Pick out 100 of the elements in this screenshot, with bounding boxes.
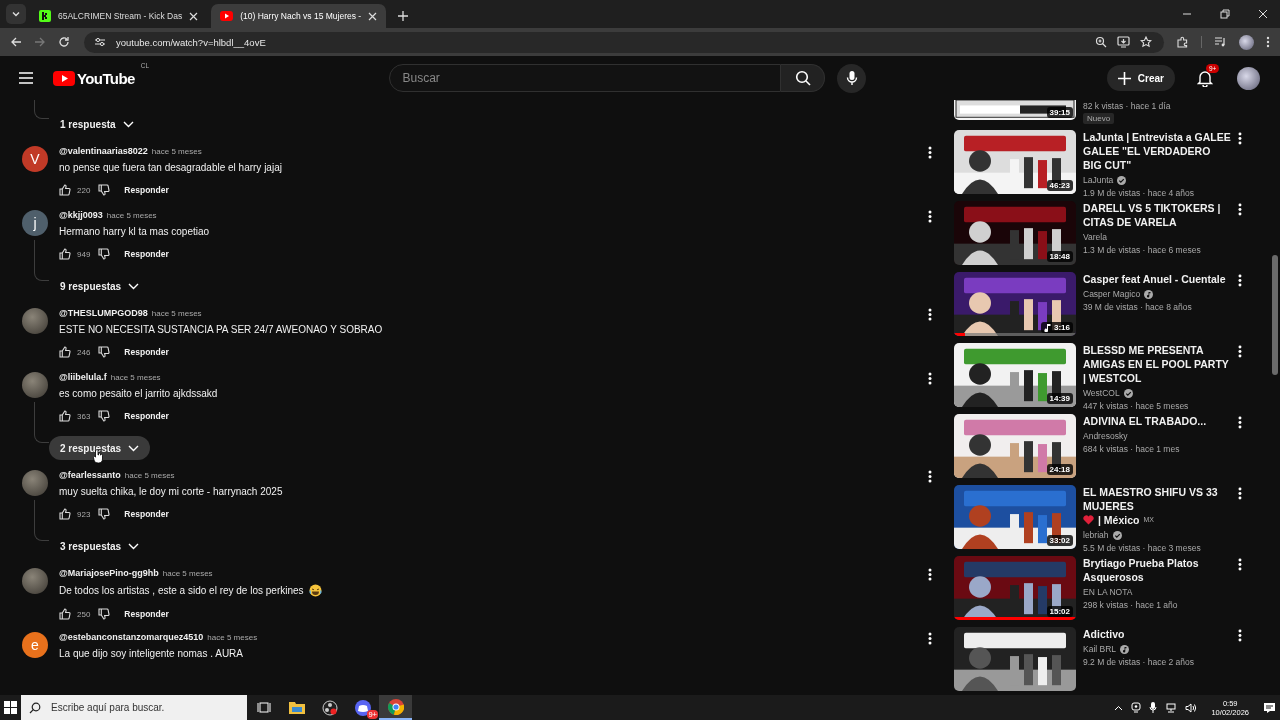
like-icon[interactable] xyxy=(59,410,71,422)
comment-author[interactable]: @valentinaarias8022 xyxy=(59,146,148,156)
more-icon[interactable] xyxy=(1238,629,1242,642)
reply-button[interactable]: Responder xyxy=(124,609,169,619)
more-icon[interactable] xyxy=(928,308,932,321)
more-icon[interactable] xyxy=(928,568,932,581)
replies-toggle[interactable]: 9 respuestas xyxy=(49,274,151,298)
forward-icon[interactable] xyxy=(34,36,46,48)
channel-name[interactable]: WestCOL xyxy=(1083,388,1120,398)
create-button[interactable]: Crear xyxy=(1106,65,1175,91)
install-app-icon[interactable] xyxy=(1117,36,1130,48)
more-icon[interactable] xyxy=(928,210,932,223)
reload-icon[interactable] xyxy=(58,36,70,48)
chevron-up-icon[interactable] xyxy=(1114,704,1124,711)
tab-search-button[interactable] xyxy=(6,4,26,24)
more-icon[interactable] xyxy=(1238,274,1242,287)
browser-tab[interactable]: 65ALCRIMEN Stream - Kick Das xyxy=(30,4,208,28)
profile-avatar[interactable] xyxy=(1239,34,1254,50)
more-icon[interactable] xyxy=(1238,558,1242,571)
like-icon[interactable] xyxy=(59,508,71,520)
channel-name[interactable]: EN LA NOTA xyxy=(1083,587,1133,597)
comment-author[interactable]: @THESLUMPGOD98 xyxy=(59,308,148,318)
video-title[interactable]: EL MAESTRO SHIFU VS 33 MUJERES xyxy=(1083,485,1232,513)
channel-name[interactable]: Casper Magico xyxy=(1083,289,1141,299)
dislike-icon[interactable] xyxy=(98,608,111,620)
comment-time[interactable]: hace 5 meses xyxy=(106,211,157,220)
like-icon[interactable] xyxy=(59,346,71,358)
video-title[interactable]: Casper feat Anuel - Cuentale xyxy=(1083,272,1226,286)
channel-name[interactable]: lebriah xyxy=(1083,530,1109,540)
comment-author[interactable]: @fearlessanto xyxy=(59,470,121,480)
dislike-icon[interactable] xyxy=(98,346,111,358)
channel-name[interactable]: Kail BRL xyxy=(1083,644,1117,654)
user-avatar[interactable] xyxy=(22,372,48,398)
replies-toggle[interactable]: 3 respuestas xyxy=(49,534,151,558)
voice-search-button[interactable] xyxy=(837,63,867,93)
taskbar-app[interactable] xyxy=(379,695,412,720)
like-icon[interactable] xyxy=(59,184,71,196)
browser-tab[interactable]: (10) Harry Nach vs 15 Mujeres - xyxy=(211,4,387,28)
zoom-icon[interactable] xyxy=(1095,36,1107,48)
search-field[interactable]: Buscar xyxy=(389,64,782,92)
comment-author[interactable]: @estebanconstanzomarquez4510 xyxy=(59,632,204,642)
replies-toggle[interactable]: 1 respuesta xyxy=(49,112,145,136)
network-icon[interactable] xyxy=(1165,702,1178,713)
like-icon[interactable] xyxy=(59,248,71,260)
more-icon[interactable] xyxy=(928,470,932,483)
close-icon[interactable] xyxy=(189,11,199,21)
dislike-icon[interactable] xyxy=(98,248,111,260)
like-icon[interactable] xyxy=(59,608,71,620)
bell-icon[interactable] xyxy=(1197,69,1213,87)
comment-time[interactable]: hace 5 meses xyxy=(124,471,175,480)
reply-button[interactable]: Responder xyxy=(124,347,169,357)
comment-time[interactable]: hace 5 meses xyxy=(151,309,202,318)
user-avatar[interactable] xyxy=(22,308,48,334)
channel-name[interactable]: LaJunta xyxy=(1083,175,1114,185)
star-icon[interactable] xyxy=(1140,36,1152,48)
comment-time[interactable]: hace 5 meses xyxy=(151,147,202,156)
more-icon[interactable] xyxy=(1238,132,1242,145)
comment-author[interactable]: @kkjj0093 xyxy=(59,210,103,220)
more-icon[interactable] xyxy=(1238,487,1242,500)
video-title[interactable]: Adictivo xyxy=(1083,627,1125,641)
video-title[interactable]: DARELL VS 5 TIKTOKERS | CITAS DE VARELA xyxy=(1083,201,1232,229)
reply-button[interactable]: Responder xyxy=(124,185,169,195)
more-icon[interactable] xyxy=(928,146,932,159)
video-title[interactable]: LaJunta | Entrevista a GALEE GALEE "EL VERDADERO BIG CUT" xyxy=(1083,130,1232,172)
close-icon[interactable] xyxy=(368,11,378,21)
comment-time[interactable]: hace 5 meses xyxy=(207,633,258,642)
channel-name[interactable]: Andresosky xyxy=(1083,431,1128,441)
video-title[interactable]: | México xyxy=(1098,513,1140,527)
reply-button[interactable]: Responder xyxy=(124,249,169,259)
user-avatar[interactable] xyxy=(22,568,48,594)
microphone-icon[interactable] xyxy=(1149,702,1158,713)
media-control-icon[interactable] xyxy=(1214,36,1227,48)
more-icon[interactable] xyxy=(928,632,932,645)
search-button[interactable] xyxy=(781,64,826,92)
user-avatar[interactable]: V xyxy=(22,146,48,172)
windows-start-icon[interactable] xyxy=(4,701,17,714)
notifications-icon[interactable] xyxy=(1263,701,1276,714)
more-icon[interactable] xyxy=(1238,345,1242,358)
more-icon[interactable] xyxy=(1266,36,1270,48)
camera-icon[interactable] xyxy=(1131,702,1142,713)
address-bar[interactable]: youtube.com/watch?v=hlbdl__4ovE xyxy=(84,31,1164,53)
dislike-icon[interactable] xyxy=(98,410,111,422)
taskbar-search-field[interactable]: Escribe aquí para buscar. xyxy=(21,695,247,720)
more-icon[interactable] xyxy=(928,372,932,385)
user-avatar[interactable] xyxy=(22,470,48,496)
scrollbar-thumb[interactable] xyxy=(1272,255,1278,375)
comment-author[interactable]: @liibelula.f xyxy=(59,372,107,382)
user-avatar[interactable]: j xyxy=(22,210,48,236)
video-title[interactable]: Brytiago Prueba Platos Asquerosos xyxy=(1083,556,1232,584)
comment-time[interactable]: hace 5 meses xyxy=(162,569,213,578)
back-icon[interactable] xyxy=(10,36,22,48)
reply-button[interactable]: Responder xyxy=(124,509,169,519)
site-settings-icon[interactable] xyxy=(94,36,106,48)
menu-icon[interactable] xyxy=(18,72,34,84)
reply-button[interactable]: Responder xyxy=(124,411,169,421)
new-tab-icon[interactable] xyxy=(398,11,409,21)
account-avatar[interactable] xyxy=(1237,66,1260,90)
speaker-icon[interactable] xyxy=(1185,702,1198,713)
restore-icon[interactable] xyxy=(1220,9,1230,19)
close-icon[interactable] xyxy=(1258,9,1268,19)
